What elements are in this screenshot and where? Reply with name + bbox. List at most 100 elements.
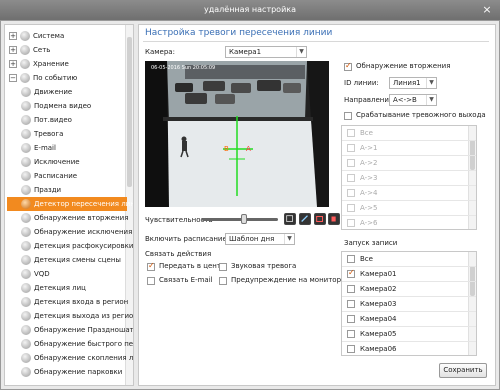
sidebar-item[interactable]: − По событию bbox=[9, 71, 127, 85]
sidebar-item[interactable]: Празди bbox=[7, 183, 127, 197]
output-checkbox[interactable] bbox=[347, 144, 355, 152]
output-checkbox[interactable] bbox=[347, 174, 355, 182]
monitor-warning-checkbox[interactable] bbox=[219, 277, 227, 285]
sidebar-item[interactable]: Расписание bbox=[7, 169, 127, 183]
list-item[interactable]: Камера01 bbox=[342, 267, 476, 282]
output-checkbox[interactable] bbox=[347, 189, 355, 197]
output-label: A->4 bbox=[360, 189, 378, 197]
record-checkbox[interactable] bbox=[347, 255, 355, 263]
sidebar-item[interactable]: + Хранение bbox=[9, 57, 127, 71]
gear-icon bbox=[21, 353, 31, 363]
gear-icon bbox=[21, 241, 31, 251]
list-item[interactable]: A->4 bbox=[342, 186, 476, 201]
list-item[interactable]: Камера02 bbox=[342, 282, 476, 297]
output-checkbox[interactable] bbox=[347, 204, 355, 212]
sidebar-item[interactable]: Детектор пересечения линии bbox=[7, 197, 133, 211]
sidebar-item[interactable]: Подмена видео bbox=[7, 99, 127, 113]
intrusion-checkbox[interactable] bbox=[344, 61, 352, 71]
sidebar-item[interactable]: Исключение bbox=[7, 155, 127, 169]
record-checkbox[interactable] bbox=[347, 315, 355, 323]
sidebar-item[interactable]: Тревога bbox=[7, 127, 127, 141]
record-checkbox[interactable] bbox=[347, 268, 355, 278]
list-item[interactable]: A->3 bbox=[342, 171, 476, 186]
gear-icon bbox=[21, 171, 31, 181]
delete-icon[interactable] bbox=[328, 213, 340, 225]
list-item[interactable]: A->2 bbox=[342, 156, 476, 171]
output-checkbox[interactable] bbox=[347, 159, 355, 167]
gear-icon bbox=[21, 367, 31, 377]
sidebar-item[interactable]: Детекция расфокусировки bbox=[7, 239, 133, 253]
record-checkbox[interactable] bbox=[347, 300, 355, 308]
sensitivity-slider-knob[interactable] bbox=[241, 214, 247, 224]
sidebar-item[interactable]: Детекция входа в регион bbox=[7, 295, 128, 309]
record-checkbox[interactable] bbox=[347, 345, 355, 353]
gear-icon bbox=[21, 339, 31, 349]
list-item[interactable]: A->6 bbox=[342, 216, 476, 229]
gear-icon bbox=[20, 45, 30, 55]
expand-icon[interactable]: + bbox=[9, 46, 17, 54]
line-id-select[interactable]: Линия1 ▼ bbox=[389, 77, 437, 89]
clear-icon[interactable] bbox=[314, 213, 326, 225]
sidebar-item-label: Пот.видео bbox=[34, 116, 72, 124]
camera-select[interactable]: Камера1 ▼ bbox=[225, 46, 307, 58]
expand-icon[interactable]: + bbox=[9, 60, 17, 68]
notify-center-checkbox[interactable] bbox=[147, 261, 155, 271]
link-email-checkbox[interactable] bbox=[147, 277, 155, 285]
gear-icon bbox=[21, 283, 31, 293]
output-checkbox[interactable] bbox=[347, 129, 355, 137]
sidebar-item-label: Сеть bbox=[33, 46, 51, 54]
sidebar-item-label: Обнаружение исключения bbox=[34, 228, 133, 236]
camera-snapshot: B A bbox=[145, 61, 329, 207]
sidebar-item-label: E-mail bbox=[34, 144, 56, 152]
intrusion-label: Обнаружение вторжения bbox=[356, 62, 451, 70]
draw-area-icon[interactable] bbox=[284, 213, 296, 225]
save-button[interactable]: Сохранить bbox=[439, 363, 487, 378]
sidebar-item[interactable]: Обнаружение вторжения bbox=[7, 211, 128, 225]
sidebar-item[interactable]: E-mail bbox=[7, 141, 127, 155]
collapse-icon[interactable]: − bbox=[9, 74, 17, 82]
expand-icon[interactable]: + bbox=[9, 32, 17, 40]
gear-icon bbox=[21, 227, 31, 237]
record-label: Камера03 bbox=[360, 300, 397, 308]
gear-icon bbox=[21, 325, 31, 335]
close-icon[interactable]: × bbox=[480, 3, 494, 17]
list-item[interactable]: Все bbox=[342, 252, 476, 267]
record-label: Камера04 bbox=[360, 315, 397, 323]
sidebar-item[interactable]: Детекция лиц bbox=[7, 281, 127, 295]
sidebar-item[interactable]: Детекция смены сцены bbox=[7, 253, 127, 267]
record-label: Камера01 bbox=[360, 270, 397, 278]
sidebar-item[interactable]: Движение bbox=[7, 85, 127, 99]
sidebar-item[interactable]: Обнаружение исключения bbox=[7, 225, 132, 239]
list-item[interactable]: Камера05 bbox=[342, 327, 476, 342]
video-preview[interactable]: B A 06-05-2016 Sun 20:05:09 bbox=[145, 61, 329, 207]
gear-icon bbox=[21, 255, 31, 265]
sidebar-item[interactable]: Пот.видео bbox=[7, 113, 127, 127]
sidebar-item[interactable]: + Система bbox=[9, 29, 127, 43]
list-item[interactable]: Камера04 bbox=[342, 312, 476, 327]
sidebar-item[interactable]: Обнаружение скопления л... bbox=[7, 351, 133, 365]
sensitivity-slider[interactable] bbox=[202, 214, 278, 224]
list-item[interactable]: A->1 bbox=[342, 141, 476, 156]
sidebar-item[interactable]: Обнаружение быстрого пе... bbox=[7, 337, 133, 351]
list-item[interactable]: Камера06 bbox=[342, 342, 476, 355]
output-label: A->2 bbox=[360, 159, 378, 167]
sidebar-item-label: Тревога bbox=[34, 130, 64, 138]
draw-line-icon[interactable] bbox=[299, 213, 311, 225]
sidebar-item[interactable]: Обнаружение парковки bbox=[7, 365, 127, 379]
sidebar-item[interactable]: Обнаружение Праздношат... bbox=[7, 323, 133, 337]
output-checkbox[interactable] bbox=[347, 219, 355, 227]
list-item[interactable]: A->5 bbox=[342, 201, 476, 216]
list-item[interactable]: Камера03 bbox=[342, 297, 476, 312]
sidebar-item[interactable]: Детекция выхода из региона bbox=[7, 309, 133, 323]
sidebar-item[interactable]: + Сеть bbox=[9, 43, 127, 57]
audio-alarm-checkbox[interactable] bbox=[219, 263, 227, 271]
record-checkbox[interactable] bbox=[347, 285, 355, 293]
direction-select[interactable]: A<->B ▼ bbox=[389, 94, 437, 106]
list-item[interactable]: Все bbox=[342, 126, 476, 141]
sidebar-item[interactable]: VQD bbox=[7, 267, 127, 281]
schedule-select[interactable]: Шаблон дня ▼ bbox=[225, 233, 295, 245]
record-checkbox[interactable] bbox=[347, 330, 355, 338]
alarm-output-checkbox[interactable] bbox=[344, 112, 352, 120]
gear-icon bbox=[21, 101, 31, 111]
sidebar-item-label: Детекция лиц bbox=[34, 284, 86, 292]
